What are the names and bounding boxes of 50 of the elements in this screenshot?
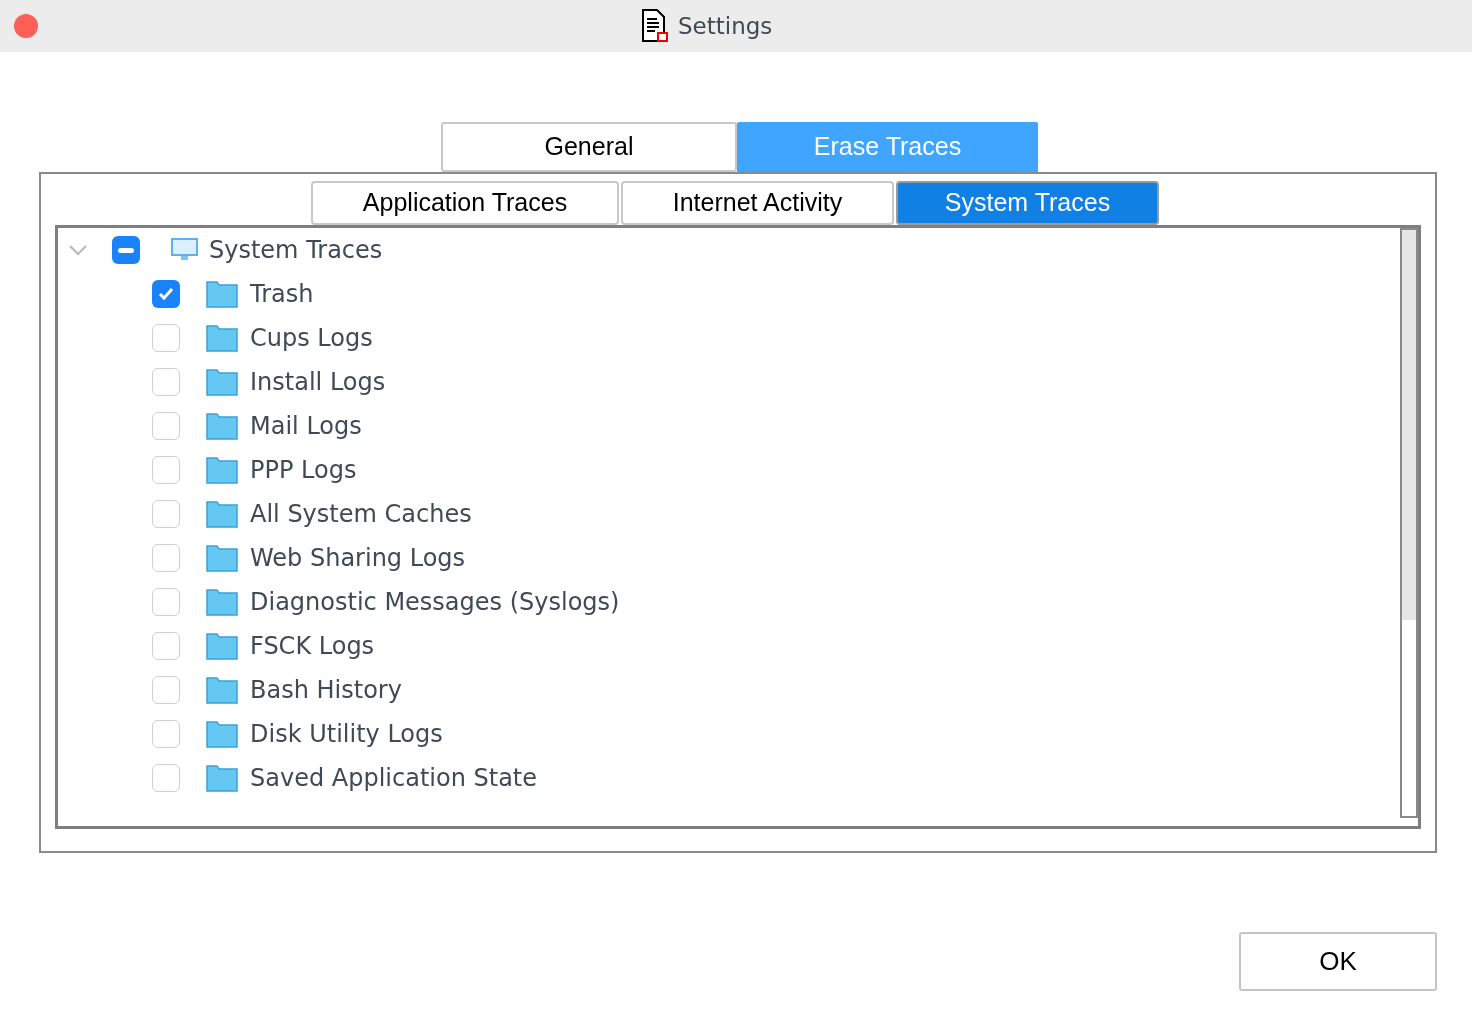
- checkbox[interactable]: [152, 764, 180, 792]
- tree-item-label: Trash: [250, 279, 314, 310]
- checkbox[interactable]: [152, 324, 180, 352]
- checkbox[interactable]: [152, 588, 180, 616]
- monitor-icon: [171, 238, 198, 262]
- tab[interactable]: Application Traces: [311, 181, 619, 225]
- folder-icon: [206, 324, 238, 352]
- folder-icon: [206, 368, 238, 396]
- checkbox[interactable]: [152, 720, 180, 748]
- tree-item-label: Bash History: [250, 675, 402, 706]
- checkbox[interactable]: [152, 412, 180, 440]
- checkbox[interactable]: [152, 368, 180, 396]
- chevron-icon[interactable]: [67, 244, 89, 256]
- folder-icon: [206, 544, 238, 572]
- ok-button[interactable]: OK: [1239, 932, 1437, 991]
- folder-icon: [206, 500, 238, 528]
- tree-item-label: FSCK Logs: [250, 631, 375, 662]
- tree-item-label: All System Caches: [250, 499, 472, 530]
- tab[interactable]: Internet Activity: [621, 181, 894, 225]
- tab[interactable]: General: [441, 122, 737, 172]
- tab[interactable]: System Traces: [896, 181, 1159, 225]
- dash-icon: [118, 247, 134, 253]
- folder-icon: [206, 676, 238, 704]
- document-icon: [640, 9, 670, 43]
- tree-item-label: Saved Application State: [250, 763, 538, 794]
- tree-item-label: System Traces: [209, 235, 383, 266]
- tree-item-label: Mail Logs: [250, 411, 362, 442]
- tree-item-label: Install Logs: [250, 367, 386, 398]
- checkbox[interactable]: [152, 676, 180, 704]
- folder-icon: [206, 720, 238, 748]
- checkbox[interactable]: [152, 544, 180, 572]
- checkbox[interactable]: [152, 500, 180, 528]
- folder-icon: [206, 632, 238, 660]
- close-button[interactable]: [14, 14, 38, 38]
- folder-icon: [206, 280, 238, 308]
- tree-item-label: Cups Logs: [250, 323, 373, 354]
- checkbox[interactable]: [152, 456, 180, 484]
- tree-item-label: Diagnostic Messages (Syslogs): [250, 587, 620, 618]
- folder-icon: [206, 588, 238, 616]
- checkbox[interactable]: [112, 236, 140, 264]
- folder-icon: [206, 412, 238, 440]
- window-title: Settings: [678, 11, 773, 41]
- folder-icon: [206, 764, 238, 792]
- tree-item-label: PPP Logs: [250, 455, 357, 486]
- tree-item-label: Web Sharing Logs: [250, 543, 466, 574]
- tree-item-label: Disk Utility Logs: [250, 719, 443, 750]
- checkbox[interactable]: [152, 280, 180, 308]
- folder-icon: [206, 456, 238, 484]
- checkbox[interactable]: [152, 632, 180, 660]
- scrollbar[interactable]: [1400, 228, 1418, 818]
